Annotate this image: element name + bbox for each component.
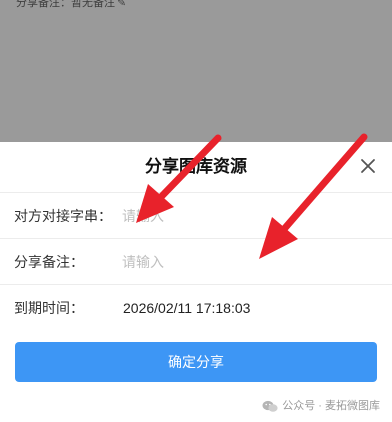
modal-backdrop[interactable]: 分享备注：暂无备注 ✎ [0, 0, 392, 142]
form-row-remark: 分享备注： [0, 238, 392, 284]
sheet-title: 分享图库资源 [145, 157, 247, 176]
share-sheet: 分享图库资源 对方对接字串： 分享备注： 到期时间： 2026/02/11 17… [0, 142, 392, 422]
wechat-icon [262, 400, 278, 412]
token-label: 对方对接字串： [14, 208, 112, 224]
background-remark: 分享备注：暂无备注 ✎ [16, 0, 126, 10]
pencil-icon: ✎ [117, 0, 127, 9]
watermark-text: 公众号 · 麦拓微图库 [282, 400, 380, 412]
watermark: 公众号 · 麦拓微图库 [262, 398, 380, 414]
form-row-expiry: 到期时间： 2026/02/11 17:18:03 [0, 284, 392, 330]
token-input[interactable] [122, 202, 372, 230]
background-remark-text: 分享备注：暂无备注 [16, 0, 115, 9]
close-icon[interactable] [358, 156, 378, 176]
expiry-value[interactable]: 2026/02/11 17:18:03 [123, 298, 250, 318]
form-row-token: 对方对接字串： [0, 192, 392, 238]
remark-label: 分享备注： [14, 254, 84, 270]
expiry-label: 到期时间： [14, 300, 84, 316]
remark-input[interactable] [122, 248, 372, 276]
confirm-share-button[interactable]: 确定分享 [15, 342, 377, 382]
